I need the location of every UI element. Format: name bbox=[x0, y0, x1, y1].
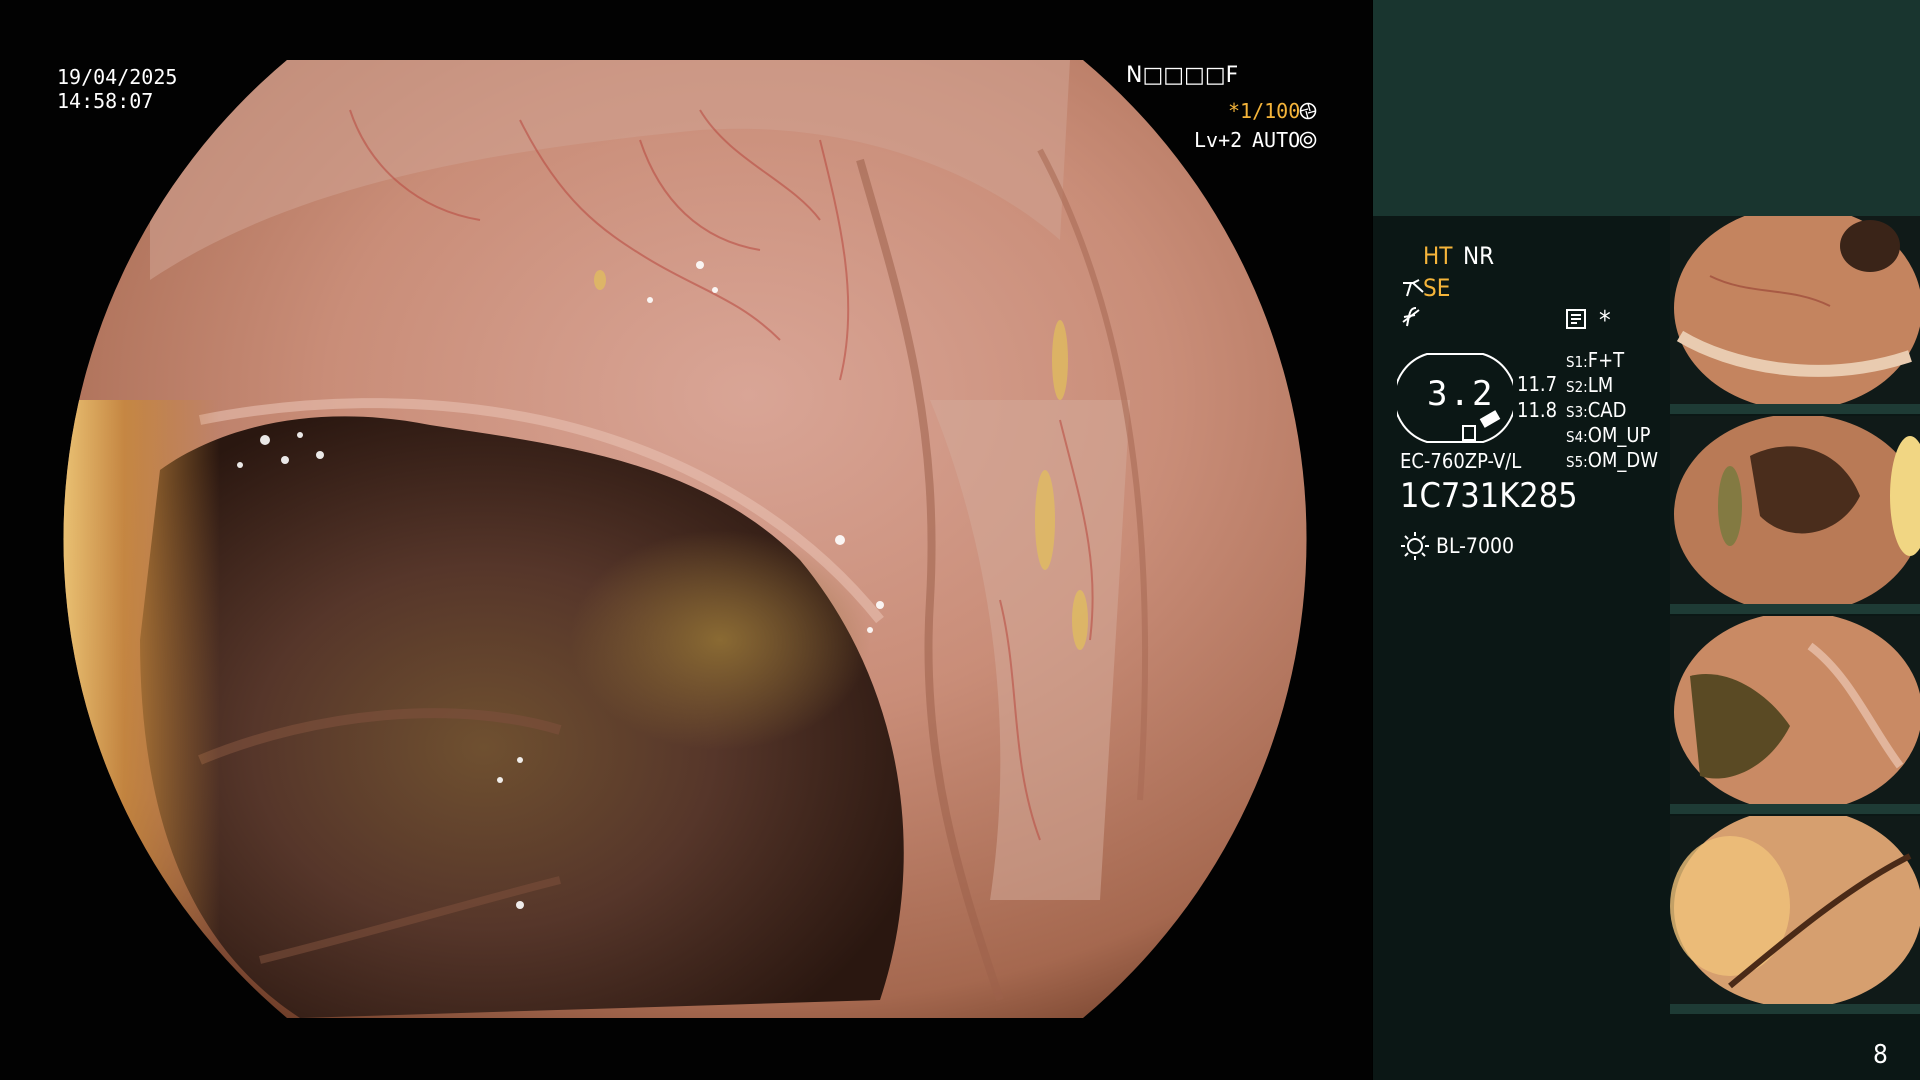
scope-model: EC-760ZP-V/L bbox=[1400, 449, 1522, 473]
preset-item: S3:CAD bbox=[1566, 398, 1627, 422]
preset-key: S2 bbox=[1566, 378, 1584, 396]
thumbnail-strip bbox=[1670, 1004, 1920, 1014]
status-code: N□□□□F bbox=[1126, 63, 1239, 88]
preset-value: F+T bbox=[1587, 348, 1625, 372]
info-panel: HT NR SE * 3.2 11.7 11.8 S1:F+T S2:LM S3… bbox=[1373, 0, 1920, 1080]
thumbnail-3[interactable] bbox=[1670, 616, 1920, 814]
gear-icon bbox=[1299, 131, 1317, 149]
preset-item: S4:OM_UP bbox=[1566, 423, 1651, 447]
endoscope-image bbox=[63, 60, 1307, 1018]
ht-label: HT bbox=[1423, 242, 1453, 270]
thumbnail-strip bbox=[1670, 804, 1920, 814]
light-source: BL-7000 bbox=[1436, 534, 1515, 558]
nr-label: NR bbox=[1463, 242, 1495, 270]
mode-label: AUTO bbox=[1252, 128, 1301, 152]
preset-key: S1 bbox=[1566, 353, 1584, 371]
reading-2: 11.8 bbox=[1517, 398, 1558, 422]
aperture-icon bbox=[1299, 102, 1317, 120]
document-icon bbox=[1566, 309, 1586, 329]
preset-key: S5 bbox=[1566, 453, 1584, 471]
scope-serial: 1C731K285 bbox=[1400, 476, 1578, 516]
time-label: 14:58:07 bbox=[57, 89, 154, 113]
thumbnail-strip bbox=[1670, 404, 1920, 414]
scissors-icon bbox=[1403, 279, 1424, 297]
asterisk-label: * bbox=[1599, 306, 1611, 336]
preset-item: S2:LM bbox=[1566, 373, 1614, 397]
endoscope-view: 19/04/2025 14:58:07 N□□□□F *1/100 Lv+2 A… bbox=[0, 0, 1372, 1080]
preset-value: LM bbox=[1587, 373, 1614, 397]
panel-header bbox=[1373, 0, 1920, 216]
thumbnail-2-image bbox=[1674, 416, 1920, 614]
thumbnail-1-image bbox=[1674, 216, 1920, 410]
preset-value: OM_UP bbox=[1587, 423, 1651, 447]
page-number: 8 bbox=[1873, 1040, 1888, 1070]
thumbnail-1[interactable] bbox=[1670, 216, 1920, 414]
se-label: SE bbox=[1423, 274, 1451, 302]
thumbnail-2[interactable] bbox=[1670, 416, 1920, 614]
date-label: 19/04/2025 bbox=[57, 65, 178, 89]
preset-item: S1:F+T bbox=[1566, 348, 1625, 372]
preset-value: CAD bbox=[1587, 398, 1627, 422]
preset-list: S1:F+T S2:LM S3:CAD S4:OM_UP S5:OM_DW bbox=[1566, 348, 1658, 473]
preset-value: OM_DW bbox=[1587, 448, 1659, 472]
reading-1: 11.7 bbox=[1517, 372, 1558, 396]
thumbnail-3-image bbox=[1674, 616, 1920, 812]
shutter-label: *1/100 bbox=[1228, 99, 1301, 123]
thumbnail-4-image bbox=[1670, 816, 1920, 1008]
thumbnail-4[interactable] bbox=[1670, 816, 1920, 1014]
preset-key: S4 bbox=[1566, 428, 1584, 446]
slash-f-icon bbox=[1402, 307, 1420, 327]
gauge-value: 3.2 bbox=[1427, 374, 1495, 414]
preset-key: S3 bbox=[1566, 403, 1584, 421]
preset-item: S5:OM_DW bbox=[1566, 448, 1659, 472]
level-label: Lv+2 bbox=[1194, 128, 1243, 152]
sun-icon bbox=[1401, 532, 1429, 560]
thumbnail-strip bbox=[1670, 604, 1920, 614]
